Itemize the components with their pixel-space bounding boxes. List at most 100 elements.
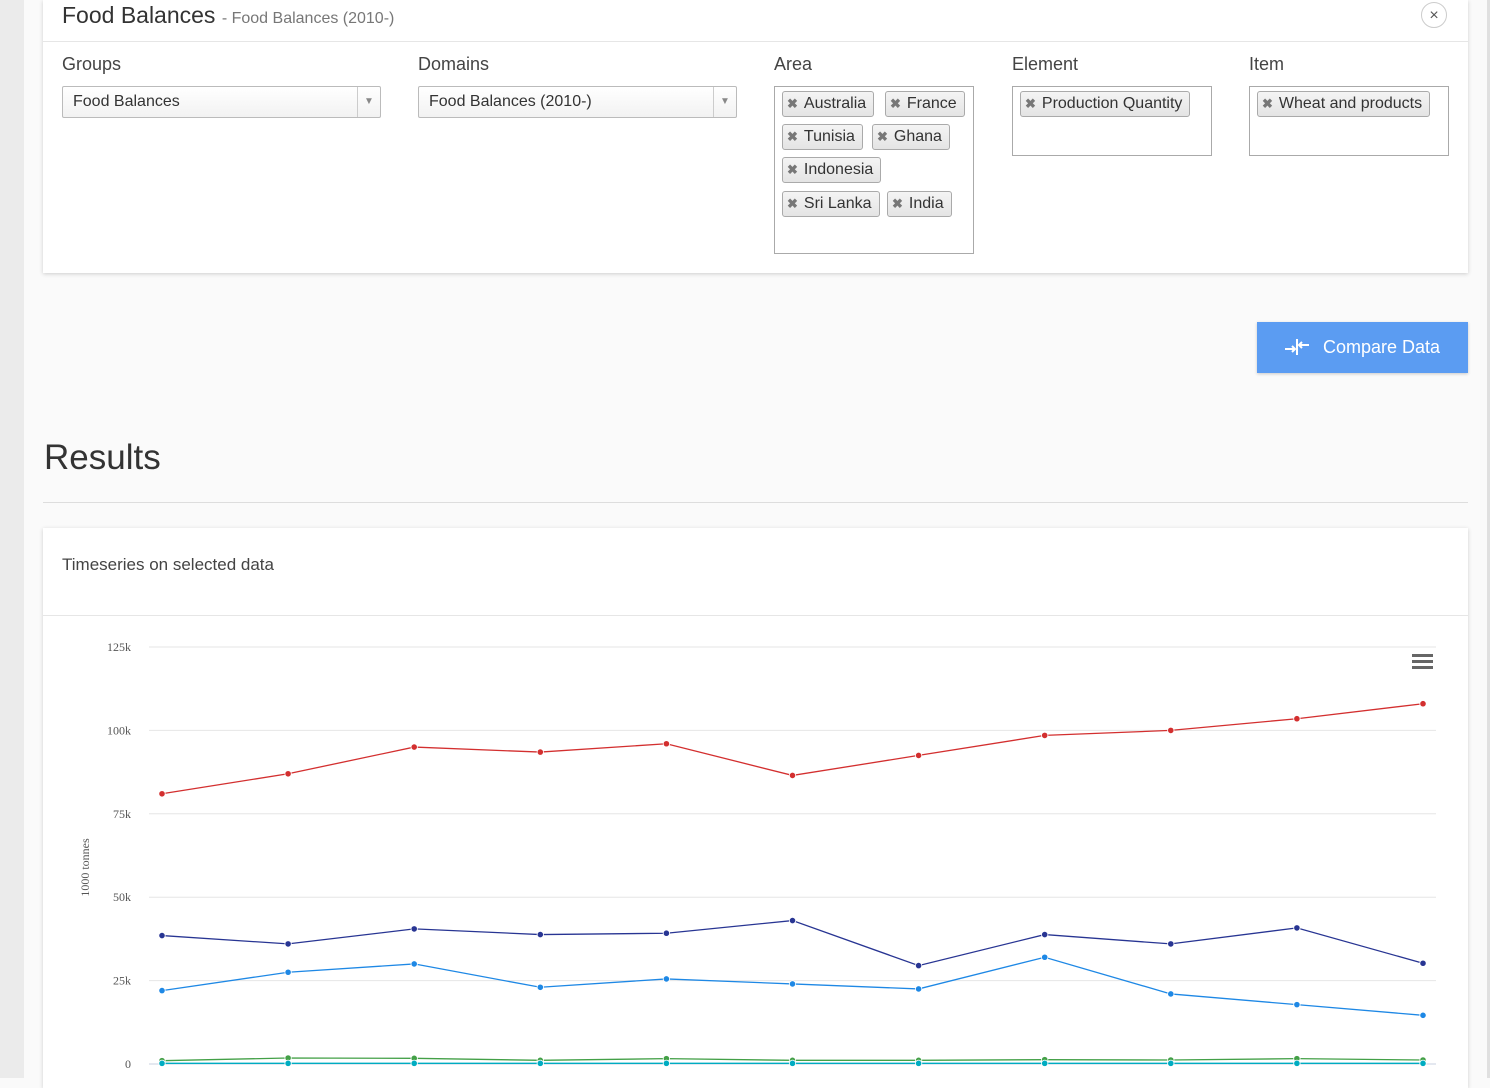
results-title: Results <box>44 438 161 477</box>
panel-title: Food Balances - Food Balances (2010-) <box>62 2 394 29</box>
data-point <box>284 968 292 976</box>
data-point <box>1419 700 1427 708</box>
data-point <box>788 980 797 988</box>
data-point <box>1167 726 1175 735</box>
area-tag[interactable]: ✖ Indonesia <box>782 157 882 183</box>
item-multiselect[interactable]: ✖ Wheat and products <box>1249 86 1449 156</box>
data-point <box>662 1059 671 1067</box>
remove-tag-icon[interactable]: ✖ <box>892 196 903 211</box>
area-tag[interactable]: ✖ Sri Lanka <box>782 191 880 217</box>
panel-subtitle: - Food Balances (2010-) <box>221 10 395 27</box>
data-point <box>1167 940 1175 948</box>
close-icon[interactable]: × <box>1421 2 1447 28</box>
domains-select[interactable]: Food Balances (2010-) ▼ <box>418 86 737 118</box>
area-tag[interactable]: ✖ France <box>885 91 965 117</box>
remove-tag-icon[interactable]: ✖ <box>787 96 798 111</box>
element-tag[interactable]: ✖ Production Quantity <box>1020 91 1191 117</box>
area-tag-label: Australia <box>803 95 867 112</box>
y-tick-label: 0 <box>125 1057 131 1071</box>
remove-tag-icon[interactable]: ✖ <box>787 162 798 177</box>
element-tag-label: Production Quantity <box>1041 95 1183 112</box>
panel-divider <box>43 41 1468 42</box>
menu-bar <box>1412 660 1433 663</box>
chevron-down-icon[interactable]: ▼ <box>357 87 380 117</box>
element-multiselect[interactable]: ✖ Production Quantity <box>1012 86 1212 156</box>
data-point <box>410 960 418 968</box>
data-point <box>536 930 544 939</box>
domains-label: Domains <box>418 54 490 74</box>
groups-select-value: Food Balances <box>73 93 180 110</box>
element-label: Element <box>1012 54 1079 74</box>
filter-panel: Food Balances - Food Balances (2010-) × … <box>43 0 1468 273</box>
remove-tag-icon[interactable]: ✖ <box>1025 96 1036 111</box>
data-point <box>1419 1011 1427 1019</box>
remove-tag-icon[interactable]: ✖ <box>787 196 798 211</box>
area-multiselect[interactable]: ✖ Australia ✖ France ✖ Tunisia ✖ Ghana ✖ Indo… <box>774 86 974 254</box>
data-point <box>284 1059 292 1067</box>
chart-card: Timeseries on selected data 0 25k 50k 75k 10… <box>43 528 1468 1088</box>
data-point <box>914 961 923 970</box>
groups-select[interactable]: Food Balances ▼ <box>62 86 381 118</box>
data-point <box>1167 1059 1175 1067</box>
data-point <box>788 771 797 780</box>
results-divider <box>43 502 1468 503</box>
data-point <box>914 985 923 993</box>
data-point <box>410 925 418 933</box>
data-point <box>914 751 923 760</box>
menu-bar <box>1412 654 1433 657</box>
area-tag-label: France <box>906 95 957 112</box>
data-point <box>1293 1001 1301 1009</box>
data-point <box>410 743 418 751</box>
remove-tag-icon[interactable]: ✖ <box>787 129 798 144</box>
area-tag-label: India <box>908 195 944 212</box>
panel-title-text: Food Balances <box>62 2 216 28</box>
hamburger-menu-icon[interactable] <box>1412 654 1433 669</box>
data-point <box>158 790 166 798</box>
compare-data-button[interactable]: Compare Data <box>1257 322 1468 373</box>
data-point <box>1041 1059 1049 1067</box>
left-gutter <box>0 0 24 1078</box>
y-axis-title: 1000 tonnes <box>78 838 92 897</box>
series-line <box>161 703 1424 795</box>
area-label: Area <box>774 54 813 74</box>
data-point <box>1293 715 1301 723</box>
area-tag-label: Indonesia <box>803 161 874 178</box>
area-tag[interactable]: ✖ India <box>887 191 952 217</box>
data-point <box>1293 924 1301 932</box>
area-tag[interactable]: ✖ Tunisia <box>782 124 863 150</box>
data-point <box>536 748 544 756</box>
y-tick-label: 125k <box>107 640 131 654</box>
domains-select-value: Food Balances (2010-) <box>429 93 592 110</box>
series-line <box>161 919 1424 967</box>
data-point <box>788 916 797 925</box>
remove-tag-icon[interactable]: ✖ <box>1262 96 1273 111</box>
compare-data-label: Compare Data <box>1323 337 1441 357</box>
y-tick-label: 25k <box>113 974 131 988</box>
item-tag[interactable]: ✖ Wheat and products <box>1257 91 1431 117</box>
data-point <box>1041 930 1049 939</box>
data-point <box>1293 1059 1301 1067</box>
area-tag-label: Sri Lanka <box>803 195 872 212</box>
area-tag[interactable]: ✖ Ghana <box>872 124 950 150</box>
compare-arrows-icon <box>1285 339 1309 355</box>
item-label: Item <box>1249 54 1285 74</box>
area-tag[interactable]: ✖ Australia <box>782 91 875 117</box>
remove-tag-icon[interactable]: ✖ <box>877 129 888 144</box>
data-point <box>536 1059 544 1067</box>
data-point <box>662 929 671 937</box>
item-tag-label: Wheat and products <box>1278 95 1423 112</box>
data-point <box>662 975 671 983</box>
y-tick-label: 100k <box>107 723 131 737</box>
timeseries-chart: 0 25k 50k 75k 100k 125k 1000 tonnes <box>78 640 1436 1071</box>
remove-tag-icon[interactable]: ✖ <box>890 96 901 111</box>
data-point <box>536 983 544 991</box>
data-point <box>914 1059 923 1067</box>
chevron-down-icon[interactable]: ▼ <box>713 87 736 117</box>
data-point <box>788 1059 797 1067</box>
data-point <box>410 1059 418 1067</box>
area-tag-label: Tunisia <box>803 128 855 145</box>
data-point <box>158 987 166 995</box>
data-point <box>158 931 166 940</box>
data-point <box>1167 990 1175 998</box>
y-tick-label: 75k <box>113 807 131 821</box>
